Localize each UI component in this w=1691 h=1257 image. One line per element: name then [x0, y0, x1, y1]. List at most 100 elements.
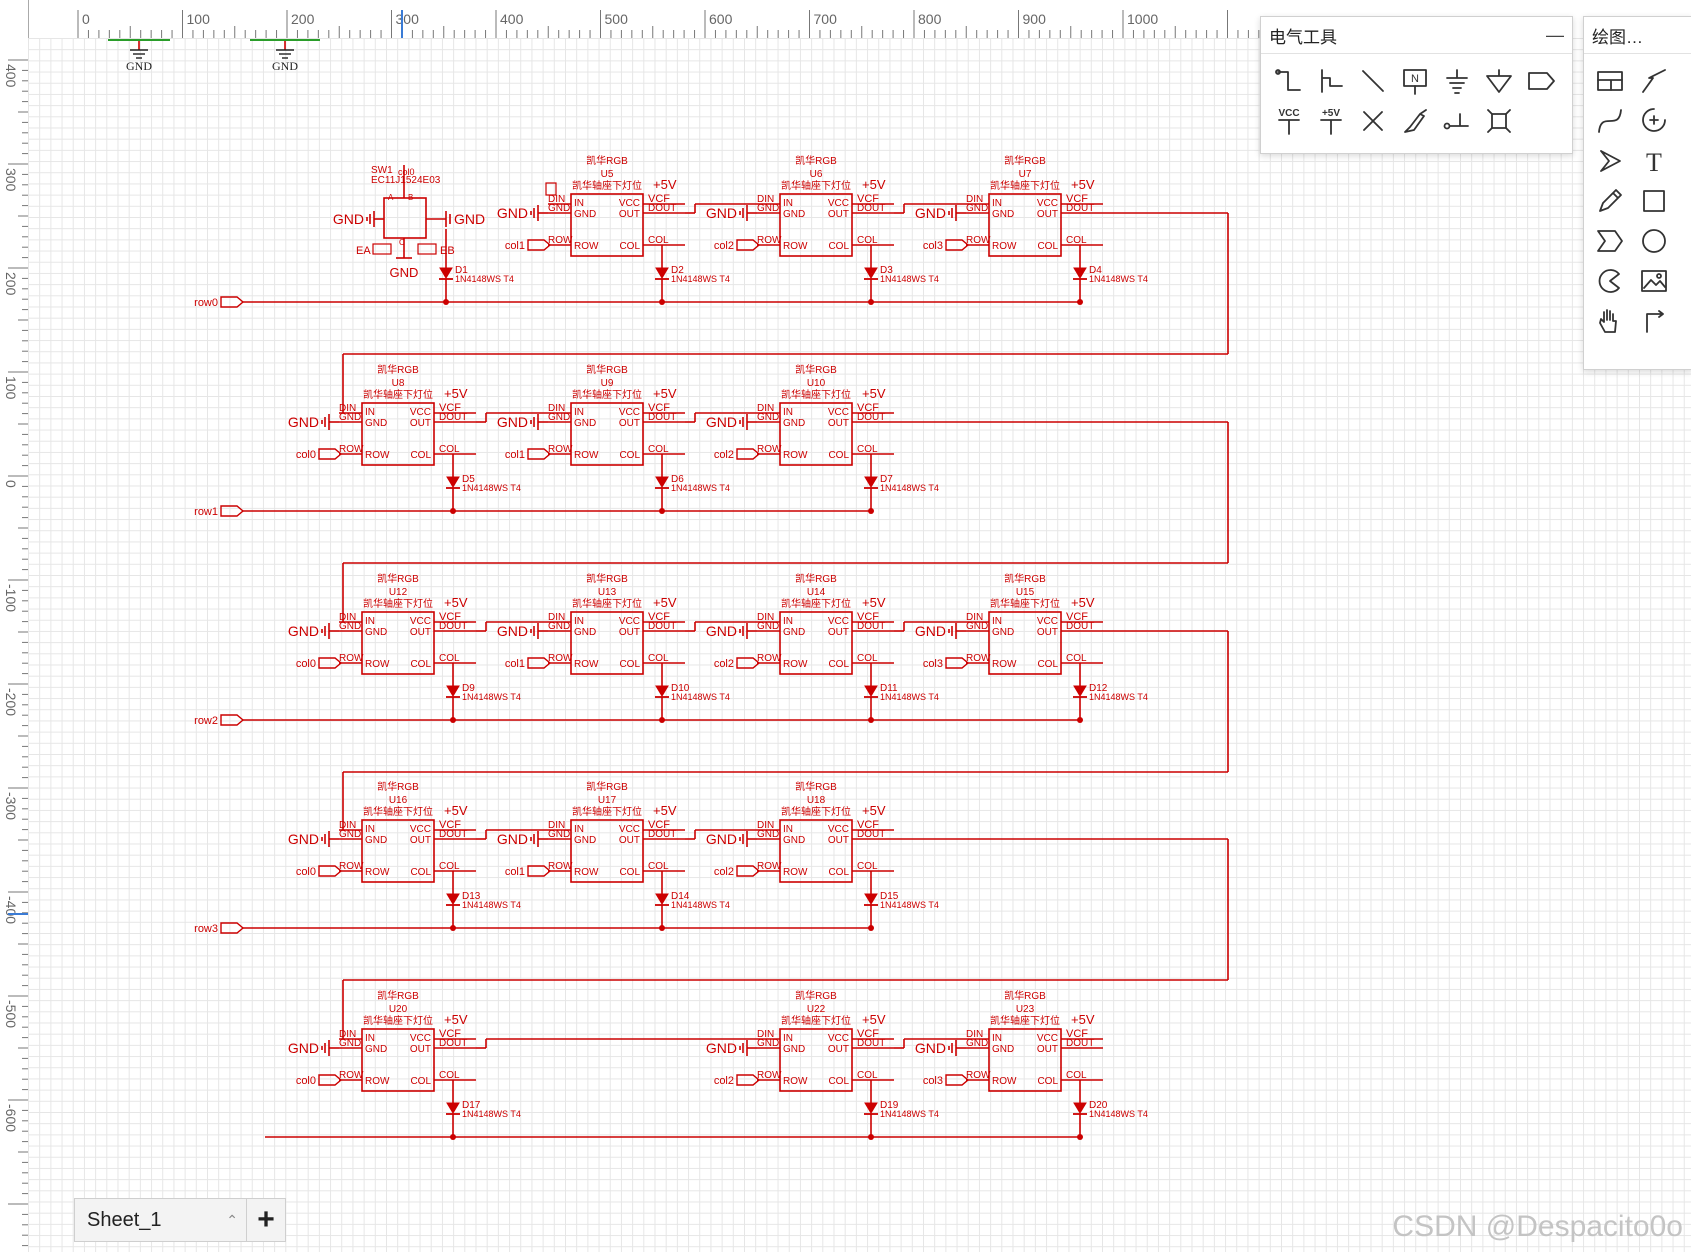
ruler-label: 700 — [814, 11, 838, 27]
led-ref: U17 — [598, 795, 617, 806]
net-port — [736, 448, 761, 460]
component-icon[interactable] — [1479, 102, 1519, 140]
pin-gnd-inner: GND — [365, 1044, 387, 1055]
minimize-icon[interactable]: — — [1546, 25, 1564, 46]
drawing-tools-panel: 绘图… T — [1583, 16, 1691, 370]
net-label-icon[interactable]: N — [1395, 62, 1435, 100]
sheet-tab-bar: Sheet_1 ⌃ + — [74, 1198, 286, 1242]
diode-part: 1N4148WS T4 — [880, 900, 939, 910]
ruler-label: 400 — [3, 64, 19, 88]
pin-gnd-inner: GND — [783, 627, 805, 638]
no-connect-icon-glyph — [1363, 111, 1383, 131]
watermark: CSDN @Despacito0o — [1392, 1210, 1683, 1243]
col-net-label: col3 — [923, 658, 943, 670]
led-gnd-label: GND — [288, 831, 319, 847]
pencil-icon[interactable] — [1590, 182, 1630, 220]
bus-entry-icon[interactable] — [1311, 62, 1351, 100]
vcc-icon-glyph: VCC — [1278, 108, 1300, 135]
net-port — [220, 714, 245, 726]
led-ref: U15 — [1016, 587, 1035, 598]
probe-icon-glyph — [1404, 109, 1427, 133]
circle-icon[interactable] — [1634, 222, 1674, 260]
pin-gnd-inner: GND — [574, 418, 596, 429]
diode-part: 1N4148WS T4 — [462, 692, 521, 702]
plus5v-label: +5V — [653, 595, 677, 610]
plus5v-label: +5V — [862, 177, 886, 192]
led-ref: U6 — [810, 169, 823, 180]
diode-symbol — [446, 476, 460, 488]
ruler-label: 100 — [3, 376, 19, 400]
pin-row-inner: ROW — [992, 241, 1017, 252]
pin-out: OUT — [828, 835, 849, 846]
pin-gnd-inner: GND — [783, 418, 805, 429]
diode-part: 1N4148WS T4 — [671, 274, 730, 284]
pin-in: IN — [783, 616, 793, 627]
encoder-body — [383, 197, 427, 239]
schematic-drawing[interactable]: GND GND凯华RGBU5凯华轴座下灯位 +5VDINGND INGNDVCCOUT… — [28, 38, 1691, 1252]
led-type: 凯华RGB — [1004, 989, 1046, 1002]
pin-vcc: VCC — [1037, 198, 1058, 209]
wire-icon[interactable] — [1269, 62, 1309, 100]
sheet-tab-label: Sheet_1 — [87, 1208, 162, 1231]
signal-ground-icon[interactable] — [1479, 62, 1519, 100]
pin-row-inner: ROW — [783, 1076, 808, 1087]
plus5v-label: +5V — [653, 177, 677, 192]
bezier-icon[interactable] — [1590, 102, 1630, 140]
led-ref: U7 — [1019, 169, 1032, 180]
polyline-icon[interactable] — [1634, 62, 1674, 100]
pin-out: OUT — [619, 418, 640, 429]
chevron-up-icon[interactable]: ⌃ — [226, 1212, 238, 1229]
text-icon[interactable]: T — [1634, 142, 1674, 180]
diode-symbol — [446, 893, 460, 905]
col-net-label: col1 — [505, 449, 525, 461]
dimension-icon[interactable] — [1634, 302, 1674, 340]
led-desc: 凯华轴座下灯位 — [572, 388, 642, 401]
ruler-label: 200 — [3, 272, 19, 296]
diode-symbol — [655, 267, 669, 279]
net-port — [945, 239, 970, 251]
encoder-ea-label: EA — [356, 245, 371, 257]
pentagon-arrow-icon[interactable] — [1590, 222, 1630, 260]
pin-col: COL — [410, 450, 431, 461]
image-icon[interactable] — [1634, 262, 1674, 300]
junction-dot — [443, 299, 449, 305]
table-icon[interactable] — [1590, 62, 1630, 100]
pin-out: OUT — [1037, 1044, 1058, 1055]
encoder-pad — [372, 243, 392, 255]
vcc-icon[interactable]: VCC — [1269, 102, 1309, 140]
no-connect-icon[interactable] — [1353, 102, 1393, 140]
pin-col: COL — [619, 659, 640, 670]
left-ruler: 400 300 200 100 0 -100 -200 -300 -400 -500 -600 — [0, 0, 29, 1252]
rectangle-icon[interactable] — [1634, 182, 1674, 220]
bus-icon[interactable] — [1353, 62, 1393, 100]
diode-part: 1N4148WS T4 — [462, 483, 521, 493]
pin-gnd-inner: GND — [574, 209, 596, 220]
row-net-label: row2 — [194, 715, 218, 727]
plus5v-icon-glyph: +5V — [1320, 108, 1342, 135]
pin-icon[interactable] — [1437, 102, 1477, 140]
col-net-label: col1 — [505, 240, 525, 252]
drawing-panel-header[interactable]: 绘图… — [1584, 17, 1691, 54]
net-port-icon[interactable] — [1521, 62, 1561, 100]
add-sheet-button[interactable]: + — [247, 1199, 285, 1241]
pin-col: COL — [828, 867, 849, 878]
diode-symbol — [655, 893, 669, 905]
led-desc: 凯华轴座下灯位 — [781, 805, 851, 818]
arc-icon[interactable] — [1634, 102, 1674, 140]
hand-icon[interactable] — [1590, 302, 1630, 340]
net-port — [736, 657, 761, 669]
pie-icon[interactable] — [1590, 262, 1630, 300]
probe-icon[interactable] — [1395, 102, 1435, 140]
signal-ground-icon-glyph — [1486, 69, 1512, 93]
ground-icon[interactable] — [1437, 62, 1477, 100]
arrow-icon[interactable] — [1590, 142, 1630, 180]
led-type: 凯华RGB — [586, 154, 628, 167]
schematic-canvas[interactable]: GND GND 凯华RGB U5 凯华轴座下灯位 +5V DIN GND IN GND VCC OUT… — [28, 38, 1691, 1252]
led-desc: 凯华轴座下灯位 — [572, 179, 642, 192]
pencil-icon-glyph — [1599, 189, 1622, 212]
plus5v-label: +5V — [862, 595, 886, 610]
plus5v-icon[interactable]: +5V — [1311, 102, 1351, 140]
electrical-panel-header[interactable]: 电气工具 — — [1261, 17, 1572, 54]
sheet-tab[interactable]: Sheet_1 ⌃ — [75, 1199, 247, 1241]
component-icon-glyph — [1487, 109, 1511, 133]
